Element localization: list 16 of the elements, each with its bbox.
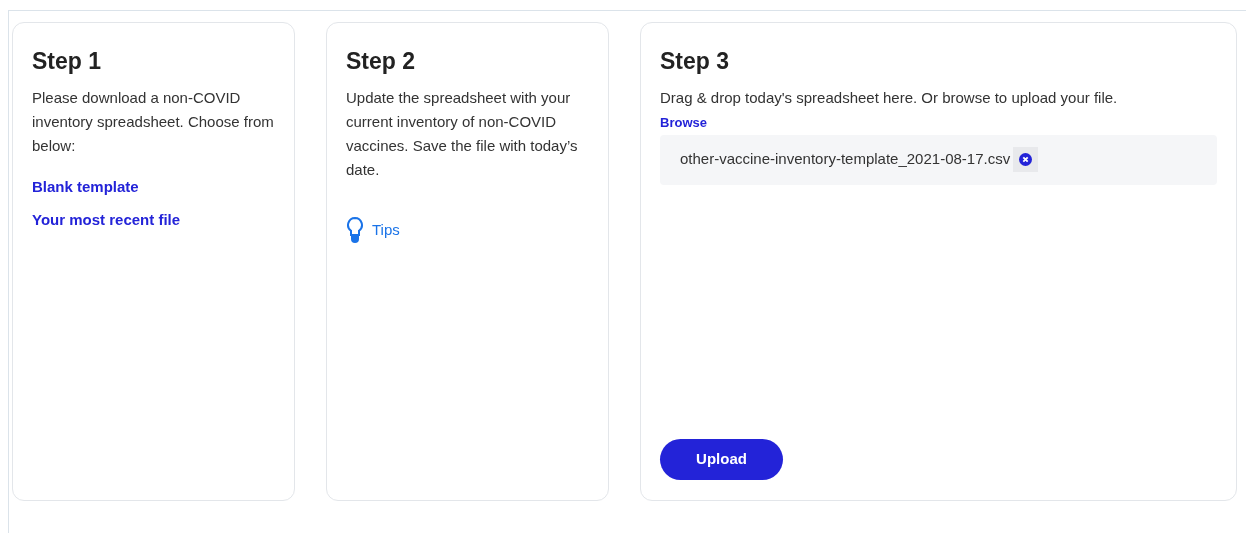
- close-icon: [1019, 153, 1033, 166]
- file-name: other-vaccine-inventory-template_2021-08-17.csv: [680, 149, 1011, 170]
- browse-link[interactable]: Browse: [660, 113, 707, 133]
- step-description: Please download a non-COVID inventory spreadsheet. Choose from below:: [32, 88, 275, 156]
- step-title: Step 1: [32, 47, 103, 76]
- tips-link[interactable]: Tips: [346, 216, 400, 244]
- lightbulb-icon: [346, 216, 364, 244]
- download-link[interactable]: Your most recent file: [32, 208, 181, 231]
- step-title: Step 3: [660, 47, 731, 76]
- step-title: Step 2: [346, 47, 417, 76]
- download-link[interactable]: Blank template: [32, 176, 139, 199]
- step-description: Update the spreadsheet with your current inventory of non-COVID vaccines. Save the file with today’s date.: [346, 88, 579, 180]
- upload-button[interactable]: Upload: [660, 439, 783, 480]
- file-drop-area[interactable]: other-vaccine-inventory-template_2021-08-17.csv: [660, 134, 1217, 185]
- remove-file-button[interactable]: [1013, 147, 1039, 172]
- step-description: Drag & drop today's spreadsheet here. Or browse to upload your file.: [660, 88, 1119, 108]
